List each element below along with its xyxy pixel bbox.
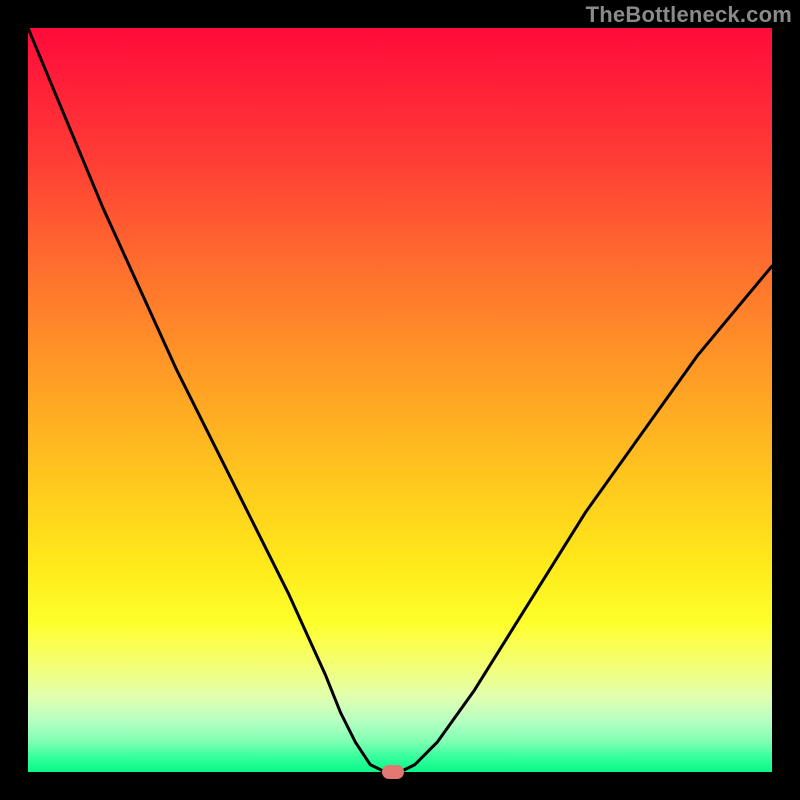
bottleneck-curve xyxy=(28,28,772,772)
watermark-text: TheBottleneck.com xyxy=(586,2,792,28)
optimum-marker xyxy=(382,765,404,779)
chart-frame: TheBottleneck.com xyxy=(0,0,800,800)
chart-plot-area xyxy=(28,28,772,772)
